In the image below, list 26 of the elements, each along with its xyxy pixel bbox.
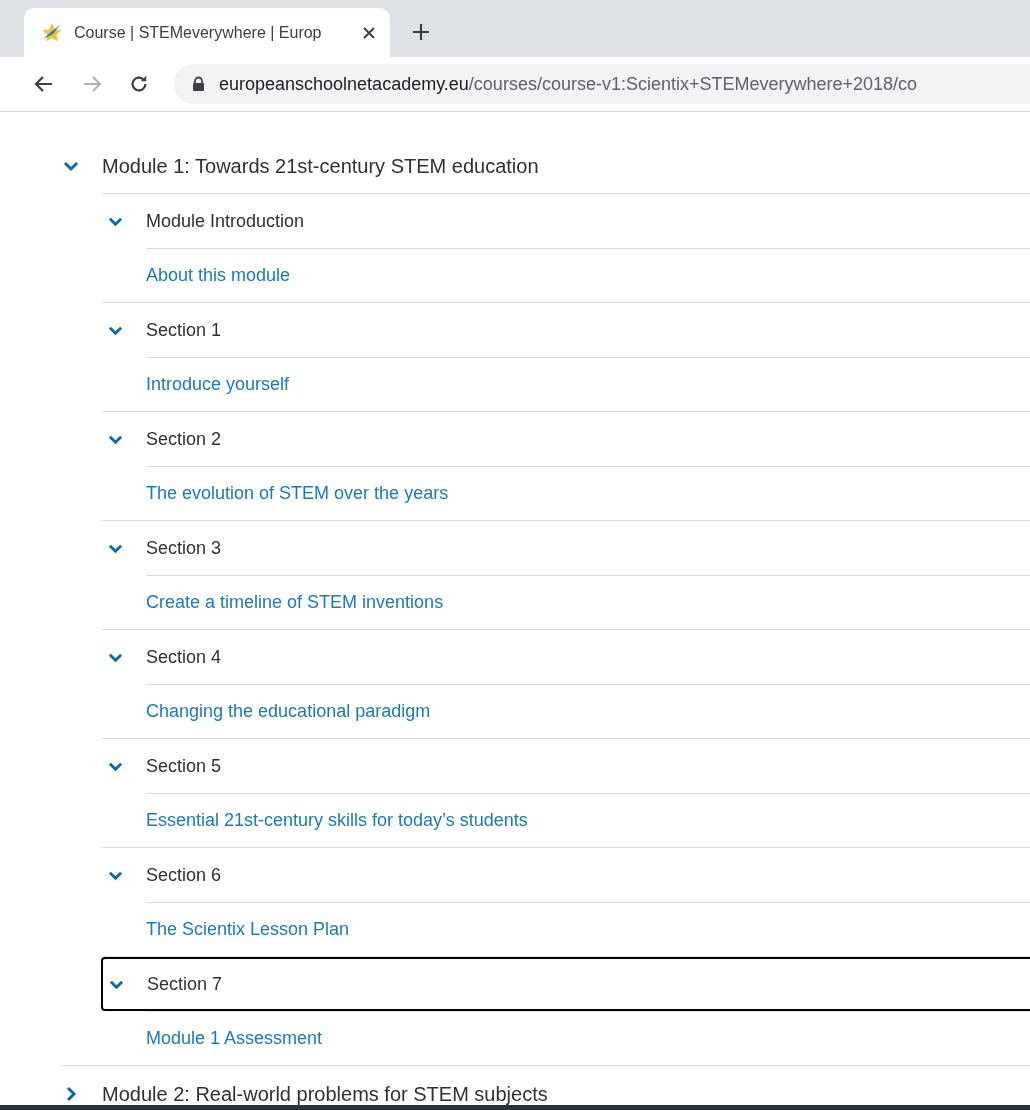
close-icon[interactable] (362, 25, 376, 40)
focus-outline[interactable]: Section 7 (101, 957, 1030, 1011)
unit-link[interactable]: Module 1 Assessment (146, 1025, 323, 1052)
section-heading[interactable]: Section 7 (147, 970, 223, 998)
section-heading[interactable]: Section 1 (146, 316, 222, 344)
lock-icon (192, 76, 205, 92)
module-heading[interactable]: Module 1: Towards 21st-century STEM education (102, 150, 539, 181)
address-bar[interactable]: europeanschoolnetacademy.eu/courses/course-v1:Scientix+STEMeverywhere+2018/co (174, 64, 1030, 104)
unit-link[interactable]: About this module (146, 262, 291, 289)
section-heading[interactable]: Section 5 (146, 752, 222, 780)
module-heading[interactable]: Module 2: Real-world problems for STEM subjects (102, 1078, 548, 1105)
section-heading[interactable]: Section 3 (146, 534, 222, 562)
unit-link[interactable]: Introduce yourself (146, 371, 290, 398)
section-heading[interactable]: Section 4 (146, 643, 222, 671)
section-heading[interactable]: Section 6 (146, 861, 222, 889)
unit-link[interactable]: Essential 21st-century skills for today’s students (146, 807, 528, 834)
plus-icon[interactable] (412, 23, 430, 41)
section-heading[interactable]: Section 2 (146, 425, 222, 453)
unit-link[interactable]: Changing the educational paradigm (146, 698, 431, 725)
unit-link[interactable]: The evolution of STEM over the years (146, 480, 449, 507)
tab-title: Course | STEMeverywhere | Europ (74, 22, 323, 43)
url-text: europeanschoolnetacademy.eu/courses/course-v1:Scientix+STEMeverywhere+2018/co (219, 72, 918, 96)
section-heading[interactable]: Module Introduction (146, 207, 305, 235)
browser-tab[interactable]: Course | STEMeverywhere | Europ (24, 8, 390, 57)
unit-link[interactable]: The Scientix Lesson Plan (146, 916, 350, 943)
unit-link[interactable]: Create a timeline of STEM inventions (146, 589, 444, 616)
